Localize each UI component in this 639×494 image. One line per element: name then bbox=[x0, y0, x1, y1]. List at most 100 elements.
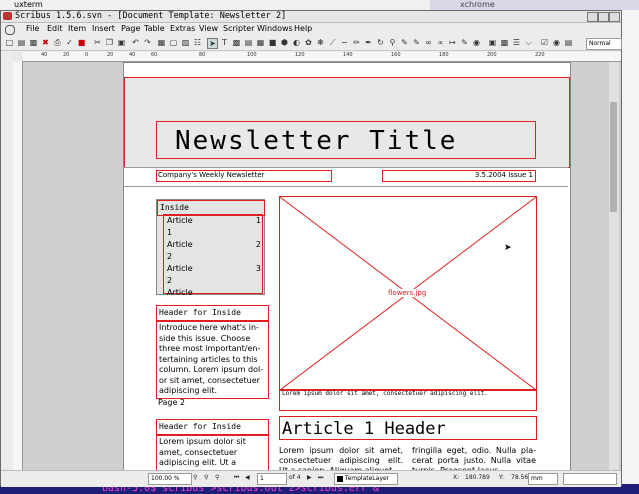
subtitle-right: 3.5.2004 Issue 1 bbox=[474, 171, 533, 179]
zoom-icon[interactable]: ⚲ bbox=[388, 38, 397, 47]
article-column-1[interactable]: Lorem ipsum dolor sit amet, consectetuer… bbox=[279, 446, 403, 470]
toc-frame[interactable]: Article 1 1 Article 2 2 Article 3 2 Article bbox=[163, 214, 263, 297]
inside-box[interactable]: Inside Article 1 1 Article 2 2 Article 3 2 … bbox=[156, 199, 265, 297]
arc-icon[interactable]: ◐ bbox=[292, 38, 301, 47]
page-number-field[interactable]: 1 bbox=[257, 473, 287, 485]
pdf-checkbox-icon[interactable]: ☑ bbox=[540, 38, 549, 47]
shape-icon[interactable]: ■ bbox=[268, 38, 277, 47]
title-frame[interactable]: Newsletter Title bbox=[156, 121, 536, 159]
open-icon[interactable]: ▤ bbox=[17, 38, 26, 47]
next-page-icon[interactable]: ▶ bbox=[307, 474, 312, 481]
select-tool-icon[interactable]: ➤ bbox=[207, 38, 218, 49]
layer-select[interactable]: TemplateLayer bbox=[334, 473, 398, 485]
new-document-icon[interactable]: □ bbox=[5, 38, 14, 47]
second-text-frame[interactable]: Lorem ipsum dolor sit amet, consectetuer… bbox=[156, 435, 269, 470]
first-page-icon[interactable]: ⏮ bbox=[234, 474, 239, 482]
zoom-field[interactable]: 100.00 % bbox=[148, 473, 192, 485]
preview-icon[interactable]: ▢ bbox=[169, 38, 178, 47]
rotate-icon[interactable]: ↻ bbox=[376, 38, 385, 47]
pdf-push-button-icon[interactable]: ▣ bbox=[488, 38, 497, 47]
zoom-in-icon[interactable]: ⚲ bbox=[215, 474, 219, 481]
close-button[interactable] bbox=[609, 12, 620, 22]
sun-icon[interactable]: ❋ bbox=[316, 38, 325, 47]
pdf-radio-icon[interactable]: ◉ bbox=[552, 38, 561, 47]
last-page-icon[interactable]: ⏭ bbox=[318, 474, 323, 482]
calligraphic-icon[interactable]: ✒ bbox=[364, 38, 373, 47]
spiral-icon[interactable]: ✿ bbox=[304, 38, 313, 47]
menubar: File Edit Item Insert Page Table Extras … bbox=[1, 23, 621, 35]
subtitle-right-frame[interactable]: 3.5.2004 Issue 1 bbox=[382, 170, 536, 182]
pdf-combo-icon[interactable]: ⌵ bbox=[524, 38, 533, 47]
image-frame[interactable]: flowers.jpg bbox=[279, 196, 537, 391]
menu-scripter[interactable]: Scripter bbox=[223, 24, 254, 33]
mode-select[interactable]: Normal bbox=[586, 38, 622, 50]
header-inside-frame-1[interactable]: Header for Inside bbox=[156, 305, 269, 321]
menu-view[interactable]: View bbox=[199, 24, 218, 33]
grid-icon[interactable]: ▦ bbox=[157, 38, 166, 47]
menu-page[interactable]: Page bbox=[121, 24, 140, 33]
document-canvas[interactable]: Newsletter Title Company's Weekly Newsle… bbox=[23, 62, 621, 470]
ruler-tick: 60 bbox=[151, 52, 158, 58]
table-icon[interactable]: ▦ bbox=[256, 38, 265, 47]
menu-item[interactable]: Item bbox=[68, 24, 86, 33]
redo-icon[interactable]: ↷ bbox=[143, 38, 152, 47]
menu-extras[interactable]: Extras bbox=[170, 24, 195, 33]
polygon-icon[interactable]: ⬢ bbox=[280, 38, 289, 47]
article-header-frame[interactable]: Article 1 Header bbox=[279, 416, 537, 440]
menu-edit[interactable]: Edit bbox=[47, 24, 63, 33]
unlink-frames-icon[interactable]: ∝ bbox=[436, 38, 445, 47]
paste-icon[interactable]: ▣ bbox=[117, 38, 126, 47]
pdf-text-field-icon[interactable]: ▩ bbox=[500, 38, 509, 47]
menu-table[interactable]: Table bbox=[144, 24, 165, 33]
menu-help[interactable]: Help bbox=[294, 24, 312, 33]
menu-insert[interactable]: Insert bbox=[92, 24, 115, 33]
save-icon[interactable]: ▩ bbox=[29, 38, 38, 47]
vertical-scrollbar[interactable] bbox=[609, 62, 619, 470]
export-pdf-icon[interactable]: ■ bbox=[77, 38, 86, 47]
image-frame-icon[interactable]: ▩ bbox=[232, 38, 241, 47]
bezier-icon[interactable]: ∽ bbox=[340, 38, 349, 47]
scrollbar-thumb[interactable] bbox=[610, 102, 617, 212]
print-icon[interactable]: ⎙ bbox=[53, 38, 62, 47]
edit-contents-icon[interactable]: ✎ bbox=[400, 38, 409, 47]
vertical-ruler[interactable] bbox=[13, 61, 23, 471]
zoom-reset-icon[interactable]: ⚲ bbox=[204, 474, 208, 481]
line-icon[interactable]: ⟋ bbox=[328, 38, 337, 47]
layers-icon[interactable]: ☷ bbox=[193, 38, 202, 47]
freehand-icon[interactable]: ✏ bbox=[352, 38, 361, 47]
link-frames-icon[interactable]: ∞ bbox=[424, 38, 433, 47]
render-frame-icon[interactable]: ▤ bbox=[244, 38, 253, 47]
unit-select[interactable]: mm bbox=[528, 473, 558, 485]
window-title: Scribus 1.5.6.svn - [Document Template: … bbox=[15, 11, 287, 21]
window-titlebar[interactable]: Scribus 1.5.6.svn - [Document Template: … bbox=[1, 11, 621, 23]
caption-frame[interactable]: Lorem ipsum dolor sit amet, consectetuer… bbox=[279, 389, 537, 411]
prev-page-icon[interactable]: ◀ bbox=[245, 474, 250, 481]
menu-file[interactable]: File bbox=[26, 24, 39, 33]
eyedropper-icon[interactable]: ◉ bbox=[472, 38, 481, 47]
pdf-annotation-icon[interactable]: ▤ bbox=[564, 38, 573, 47]
undo-icon[interactable]: ↶ bbox=[131, 38, 140, 47]
app-menu-icon[interactable] bbox=[5, 25, 15, 35]
ruler-tick: 80 bbox=[199, 52, 206, 58]
header-inside-frame-2[interactable]: Header for Inside bbox=[156, 419, 269, 435]
preflight-icon[interactable]: ✓ bbox=[65, 38, 74, 47]
measure-icon[interactable]: ↦ bbox=[448, 38, 457, 47]
slideshow-icon[interactable]: ▧ bbox=[181, 38, 190, 47]
minimize-button[interactable] bbox=[587, 12, 598, 22]
pdf-list-icon[interactable]: ☰ bbox=[512, 38, 521, 47]
menu-windows[interactable]: Windows bbox=[257, 24, 293, 33]
zoom-out-icon[interactable]: ⚲ bbox=[193, 474, 197, 481]
maximize-button[interactable] bbox=[598, 12, 609, 22]
view-select[interactable] bbox=[563, 473, 617, 485]
edit-text-icon[interactable]: ✎ bbox=[412, 38, 421, 47]
cut-icon[interactable]: ✂ bbox=[93, 38, 102, 47]
document-page[interactable]: Newsletter Title Company's Weekly Newsle… bbox=[123, 62, 571, 470]
intro-text-frame[interactable]: Introduce here what's in-side this issue… bbox=[156, 321, 269, 399]
copy-icon[interactable]: ❐ bbox=[105, 38, 114, 47]
copy-properties-icon[interactable]: ✎ bbox=[460, 38, 469, 47]
close-doc-icon[interactable]: ✖ bbox=[41, 38, 50, 47]
text-frame-icon[interactable]: T bbox=[220, 38, 229, 47]
subtitle-left-frame[interactable]: Company's Weekly Newsletter bbox=[156, 170, 332, 182]
horizontal-ruler[interactable]: 40 20 0 20 40 60 80 100 120 140 160 180 … bbox=[23, 52, 621, 62]
article-column-2[interactable]: fringilla eget, odio. Nulla pla-cerat po… bbox=[412, 446, 536, 470]
